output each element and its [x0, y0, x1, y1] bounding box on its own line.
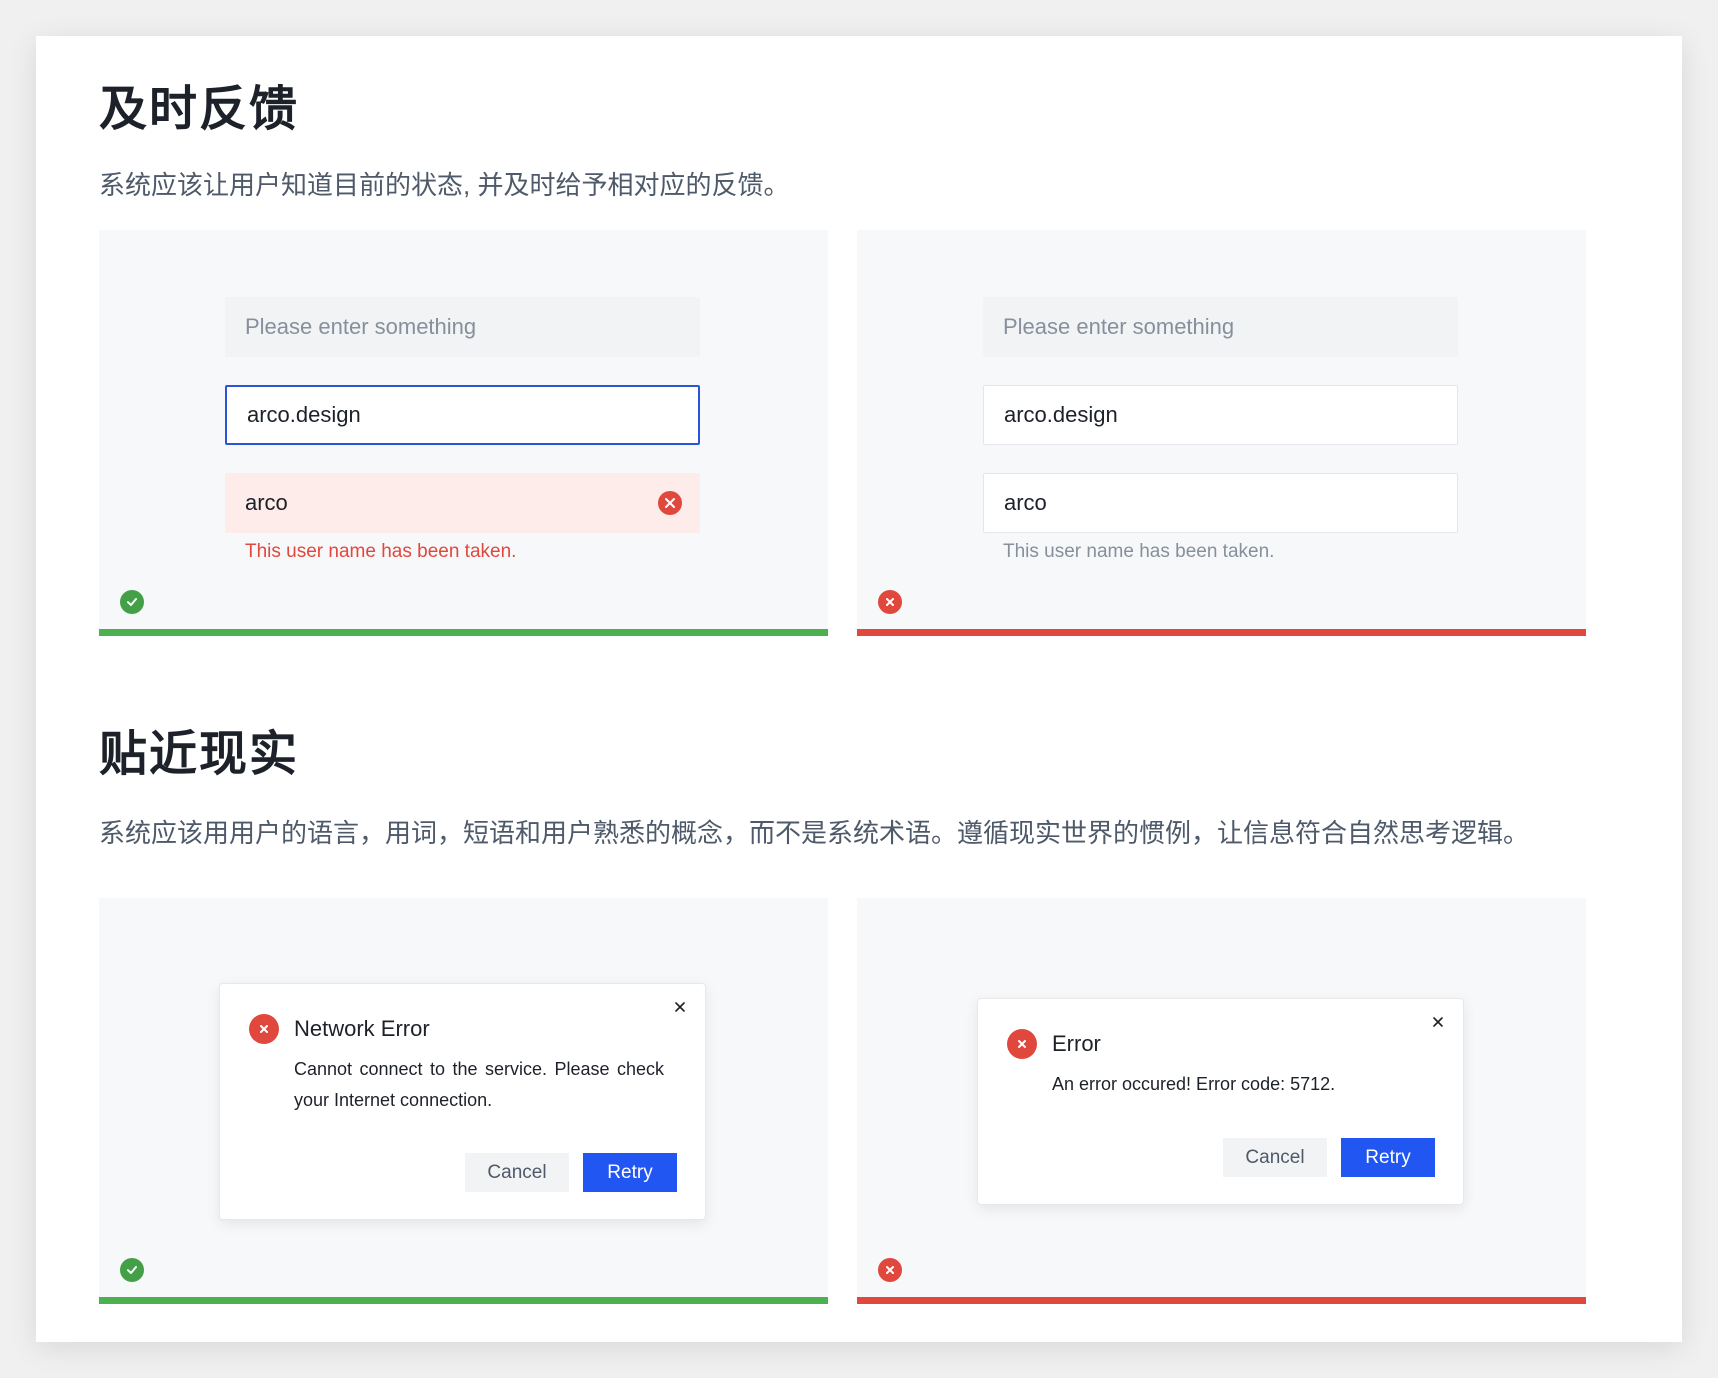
placeholder-input[interactable]: Please enter something	[225, 297, 700, 357]
retry-button[interactable]: Retry	[583, 1153, 677, 1192]
feedback-bad-example: Please enter something arco.design arco …	[857, 230, 1586, 636]
error-icon	[249, 1014, 279, 1044]
error-input[interactable]: arco	[225, 473, 700, 533]
close-circle-icon	[878, 590, 902, 614]
plain-input-2[interactable]: arco	[983, 473, 1458, 533]
modal-body: An error occured! Error code: 5712.	[1052, 1074, 1336, 1094]
check-circle-icon	[120, 590, 144, 614]
reality-bad-example: Error An error occured! Error code: 5712…	[857, 898, 1586, 1304]
feedback-panels: Please enter something arco.design arco …	[99, 230, 1586, 636]
good-indicator-bar	[99, 629, 828, 636]
cancel-button[interactable]: Cancel	[465, 1153, 569, 1192]
network-error-modal: Network Error Cannot connect to the serv…	[219, 983, 706, 1220]
modal-title: Network Error	[294, 1016, 430, 1041]
section-description-reality: 系统应该用用户的语言，用词，短语和用户熟悉的概念，而不是系统术语。遵循现实世界的…	[99, 818, 1530, 848]
section-title-feedback: 及时反馈	[99, 83, 300, 136]
placeholder-input[interactable]: Please enter something	[983, 297, 1458, 357]
good-indicator-bar	[99, 1297, 828, 1304]
error-input-value: arco	[245, 490, 288, 515]
section-title-reality: 贴近现实	[99, 728, 300, 781]
bad-indicator-bar	[857, 1297, 1586, 1304]
plain-input[interactable]: arco.design	[983, 385, 1458, 445]
focused-input[interactable]: arco.design	[225, 385, 700, 445]
retry-button[interactable]: Retry	[1341, 1138, 1435, 1177]
clear-icon[interactable]	[658, 491, 682, 515]
check-circle-icon	[120, 1258, 144, 1282]
section-description-feedback: 系统应该让用户知道目前的状态, 并及时给予相对应的反馈。	[99, 170, 790, 200]
muted-helper-text: This user name has been taken.	[1003, 541, 1275, 562]
reality-good-example: Network Error Cannot connect to the serv…	[99, 898, 828, 1304]
page-card: 及时反馈 系统应该让用户知道目前的状态, 并及时给予相对应的反馈。 Please…	[36, 36, 1682, 1342]
cancel-button[interactable]: Cancel	[1223, 1138, 1327, 1177]
error-helper-text: This user name has been taken.	[245, 541, 517, 562]
reality-panels: Network Error Cannot connect to the serv…	[99, 898, 1586, 1304]
error-icon	[1007, 1029, 1037, 1059]
modal-title: Error	[1052, 1031, 1101, 1056]
bad-indicator-bar	[857, 629, 1586, 636]
close-circle-icon	[878, 1258, 902, 1282]
modal-body: Cannot connect to the service. Please ch…	[294, 1059, 664, 1110]
close-icon[interactable]	[1429, 1013, 1447, 1031]
feedback-good-example: Please enter something arco.design arco …	[99, 230, 828, 636]
generic-error-modal: Error An error occured! Error code: 5712…	[977, 998, 1464, 1205]
close-icon[interactable]	[671, 998, 689, 1016]
